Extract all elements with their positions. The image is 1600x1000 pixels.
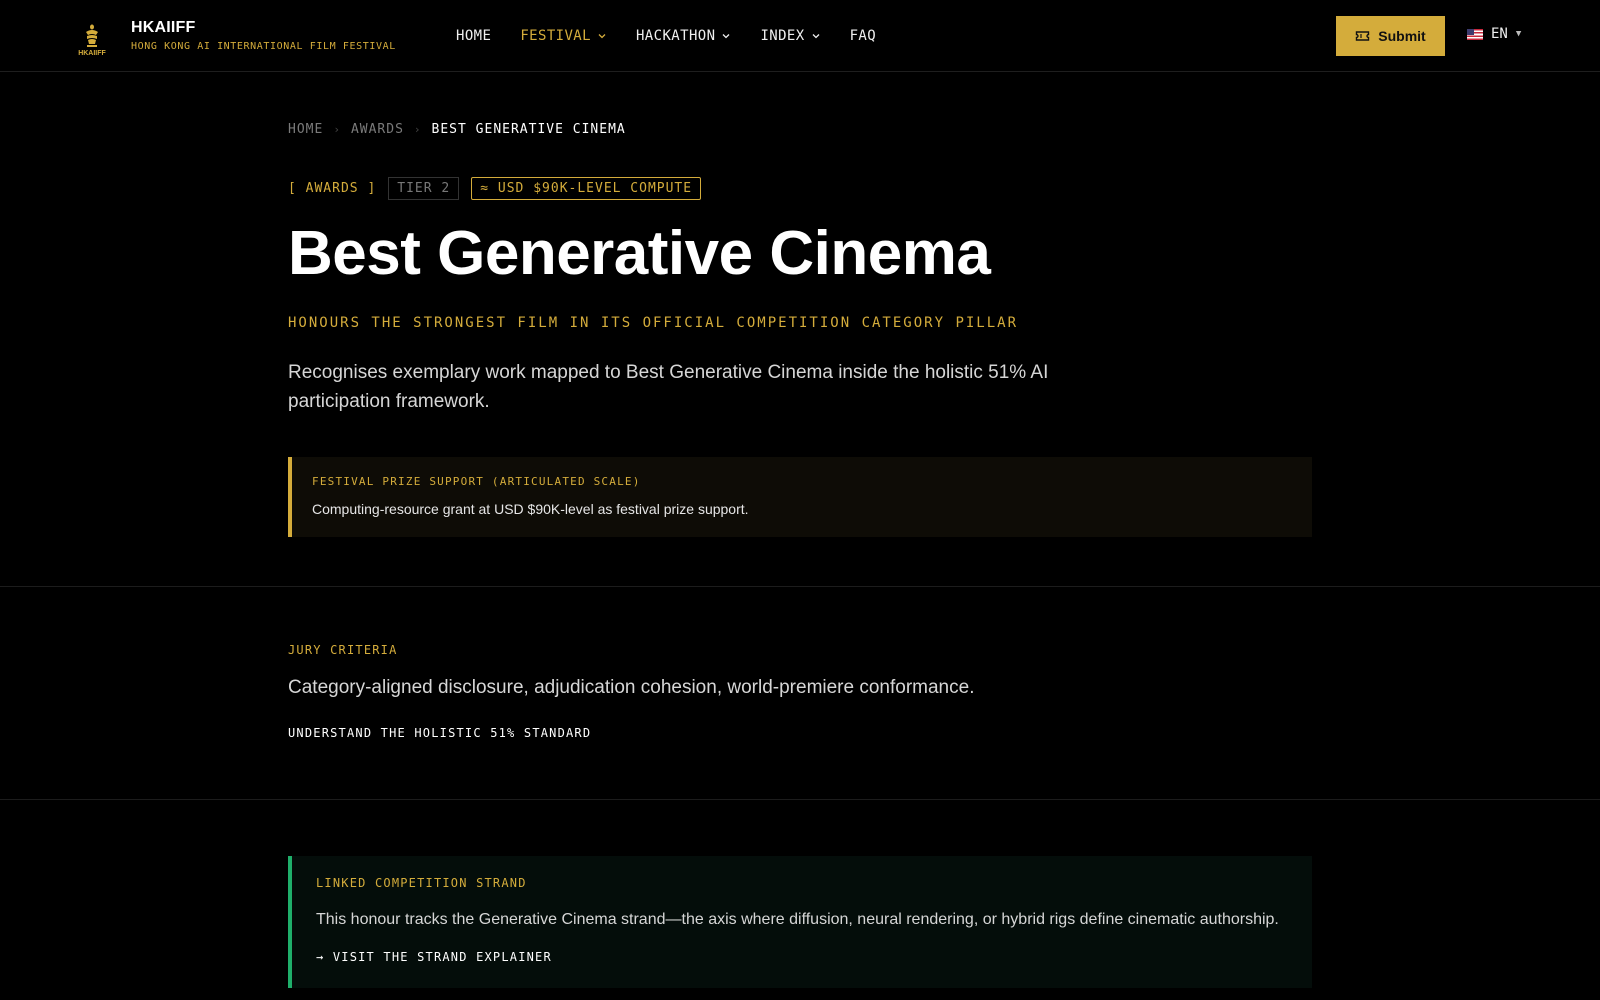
linked-strand-label: LINKED COMPETITION STRAND xyxy=(316,876,527,890)
holistic-standard-link[interactable]: UNDERSTAND THE HOLISTIC 51% STANDARD xyxy=(288,726,591,740)
section-divider xyxy=(0,586,1600,587)
nav-festival[interactable]: FESTIVAL xyxy=(520,28,607,44)
festival-logo[interactable]: HKAIIFF xyxy=(72,22,112,58)
nav-festival-label: FESTIVAL xyxy=(520,28,591,44)
prize-support-callout: FESTIVAL PRIZE SUPPORT (ARTICULATED SCAL… xyxy=(288,457,1312,537)
submit-button[interactable]: Submit xyxy=(1336,16,1445,56)
jury-criteria-text: Category-aligned disclosure, adjudicatio… xyxy=(288,677,975,698)
top-nav: HKAIIFF HKAIIFF HONG KONG AI INTERNATION… xyxy=(0,0,1600,72)
breadcrumb-home[interactable]: HOME xyxy=(288,122,323,137)
prize-support-label: FESTIVAL PRIZE SUPPORT (ARTICULATED SCAL… xyxy=(312,475,641,488)
linked-strand-callout: LINKED COMPETITION STRAND This honour tr… xyxy=(288,856,1312,988)
chevron-down-icon xyxy=(598,34,606,39)
main-nav: HOME FESTIVAL HACKATHON INDEX FAQ xyxy=(456,0,905,72)
nav-hackathon-label: HACKATHON xyxy=(635,28,716,44)
nav-hackathon[interactable]: HACKATHON xyxy=(636,28,731,44)
chevron-down-icon xyxy=(812,34,820,39)
tier-badge: TIER 2 xyxy=(388,177,460,200)
award-tags: [ AWARDS ] TIER 2 ≈ USD $90K-LEVEL COMPU… xyxy=(288,177,702,200)
caret-down-icon: ▼ xyxy=(1515,29,1522,39)
page-lede: Recognises exemplary work mapped to Best… xyxy=(288,362,1049,412)
breadcrumb-separator: › xyxy=(333,123,341,136)
breadcrumb-separator: › xyxy=(413,123,422,136)
ticket-icon xyxy=(1356,31,1370,41)
page-subtitle: HONOURS THE STRONGEST FILM IN ITS OFFICI… xyxy=(288,315,1019,331)
nav-index[interactable]: INDEX xyxy=(760,28,820,44)
brand-subtitle: HONG KONG AI INTERNATIONAL FILM FESTIVAL xyxy=(131,41,396,52)
nav-home[interactable]: HOME xyxy=(456,28,491,44)
nav-faq-label: FAQ xyxy=(849,28,877,44)
section-divider xyxy=(0,799,1600,800)
language-selector[interactable]: EN ▼ xyxy=(1467,26,1521,42)
awards-tag: [ AWARDS ] xyxy=(288,181,377,196)
compute-badge: ≈ USD $90K-LEVEL COMPUTE xyxy=(471,177,702,200)
breadcrumb: HOME › AWARDS › BEST GENERATIVE CINEMA xyxy=(288,122,626,137)
nav-home-label: HOME xyxy=(456,28,492,44)
breadcrumb-current: BEST GENERATIVE CINEMA xyxy=(431,122,626,137)
nav-faq[interactable]: FAQ xyxy=(850,28,877,44)
page-title: Best Generative Cinema xyxy=(288,219,991,288)
linked-strand-text: This honour tracks the Generative Cinema… xyxy=(316,911,1279,928)
language-label: EN xyxy=(1491,26,1508,42)
strand-explainer-link[interactable]: → VISIT THE STRAND EXPLAINER xyxy=(316,950,552,964)
logo-wordmark: HKAIIFF xyxy=(78,50,106,57)
us-flag-icon xyxy=(1467,28,1483,40)
nav-index-label: INDEX xyxy=(760,28,805,44)
jury-criteria-label: JURY CRITERIA xyxy=(288,643,398,657)
chevron-down-icon xyxy=(722,34,730,39)
prize-support-text: Computing-resource grant at USD $90K-lev… xyxy=(312,501,749,517)
submit-label: Submit xyxy=(1378,28,1426,44)
brand-name[interactable]: HKAIIFF xyxy=(131,19,196,37)
breadcrumb-awards[interactable]: AWARDS xyxy=(351,122,404,137)
